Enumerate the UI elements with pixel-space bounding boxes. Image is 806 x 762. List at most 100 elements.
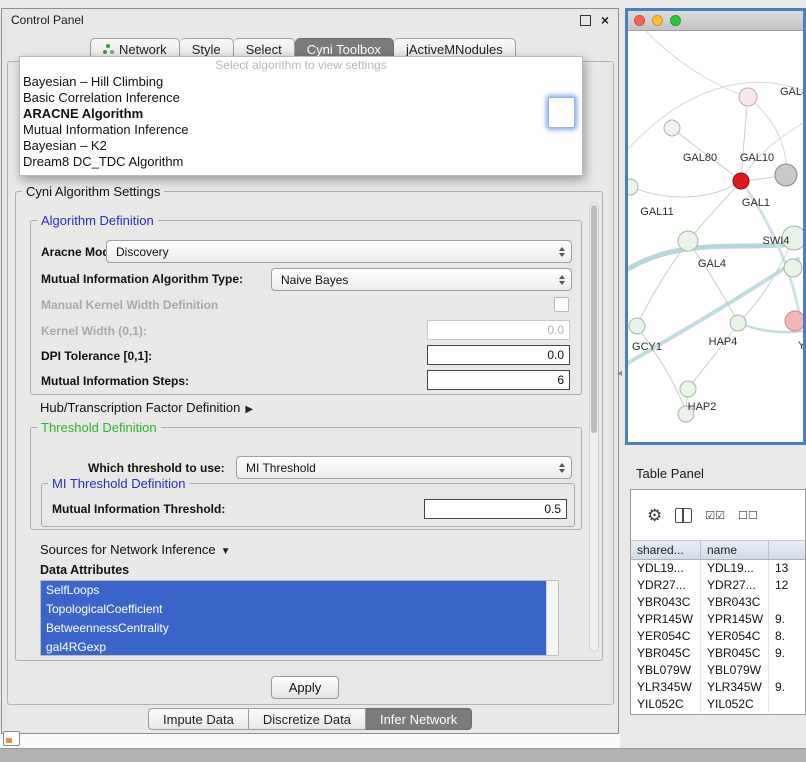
dropdown-item[interactable]: Dream8 DC_TDC Algorithm (20, 154, 582, 170)
network-window-titlebar[interactable] (628, 11, 803, 31)
aracne-mode-select[interactable]: Discovery (106, 240, 572, 263)
table-row[interactable]: YPR145WYPR145W9. (631, 611, 805, 628)
settings-scrollbar[interactable] (589, 202, 599, 652)
table-row[interactable]: YDR27...YDR27...12 (631, 577, 805, 594)
close-traffic-light[interactable] (634, 15, 645, 26)
table-body: YDL19...YDL19...13YDR27...YDR27...12YBR0… (631, 560, 805, 713)
network-node[interactable] (739, 88, 757, 106)
table-panel-title: Table Panel (636, 466, 704, 481)
network-node[interactable] (680, 381, 696, 397)
bottom-tab-infer-network[interactable]: Infer Network (366, 708, 472, 730)
mi-threshold-group: MI Threshold Definition Mutual Informati… (41, 483, 575, 527)
mi-steps-label: Mutual Information Steps: (41, 374, 189, 388)
sources-label: Sources for Network Inference (40, 542, 216, 557)
network-node[interactable] (628, 179, 638, 195)
dpi-tolerance-field[interactable] (427, 345, 570, 365)
list-item[interactable]: SelfLoops (41, 581, 546, 600)
table-cell (769, 696, 805, 713)
network-tab-icon (103, 44, 114, 55)
table-cell: YDL19... (631, 560, 701, 577)
which-threshold-select[interactable]: MI Threshold (236, 456, 572, 479)
network-node[interactable] (629, 318, 645, 334)
taskbar-window-icon[interactable] (3, 731, 20, 746)
network-view-window: GAL8GAL80GAL10GAL11GAL1SWI4GAL4GCY1HAP4H… (625, 8, 806, 445)
network-node[interactable] (784, 259, 802, 277)
tab-label: jActiveMNodules (406, 42, 503, 57)
table-cell: YER054C (701, 628, 769, 645)
mi-threshold-field[interactable] (424, 499, 567, 519)
zoom-traffic-light[interactable] (670, 15, 681, 26)
combo-arrows-icon (559, 241, 565, 262)
sources-disclosure[interactable]: Sources for Network Inference▼ (40, 542, 230, 557)
network-node[interactable] (775, 164, 797, 186)
table-cell: 9. (769, 679, 805, 696)
table-row[interactable]: YBR043CYBR043C (631, 594, 805, 611)
table-cell: YBL079W (701, 662, 769, 679)
network-edge (646, 31, 748, 97)
minimize-traffic-light[interactable] (652, 15, 663, 26)
table-row[interactable]: YLR345WYLR345W9. (631, 679, 805, 696)
kernel-width-label: Kernel Width (0,1): (41, 324, 147, 338)
collapsed-arrow-icon: ▶ (245, 404, 253, 415)
table-row[interactable]: YBR045CYBR045C9. (631, 645, 805, 662)
node-label: GAL11 (640, 206, 673, 218)
tab-label: Network (119, 42, 167, 57)
network-node[interactable] (785, 311, 803, 331)
table-row[interactable]: YBL079WYBL079W (631, 662, 805, 679)
table-row[interactable]: YDL19...YDL19...13 (631, 560, 805, 577)
node-label: GAL80 (683, 152, 717, 164)
background-strip (0, 734, 620, 748)
table-cell: 12 (769, 577, 805, 594)
network-canvas[interactable]: GAL8GAL80GAL10GAL11GAL1SWI4GAL4GCY1HAP4H… (628, 31, 803, 442)
panel-divider-handle[interactable]: ◂ (617, 368, 622, 379)
aracne-mode-value: Discovery (116, 245, 169, 259)
node-label: GAL1 (742, 197, 770, 209)
scrollbar-thumb[interactable] (591, 205, 597, 433)
dropdown-item[interactable]: Bayesian – K2 (20, 138, 582, 154)
dropdown-item[interactable]: Bayesian – Hill Climbing (20, 74, 582, 90)
close-icon[interactable]: × (601, 13, 609, 27)
node-label: GAL4 (698, 258, 726, 270)
list-scrollbar[interactable] (546, 581, 558, 655)
network-node[interactable] (733, 173, 749, 189)
network-edge (628, 82, 803, 149)
tab-label: Select (246, 42, 282, 57)
network-node[interactable] (664, 120, 680, 136)
data-attributes-list[interactable]: SelfLoopsTopologicalCoefficientBetweenne… (40, 580, 559, 656)
bottom-tab-impute-data[interactable]: Impute Data (148, 708, 249, 730)
table-row[interactable]: YIL052CYIL052C (631, 696, 805, 713)
dropdown-item[interactable]: Mutual Information Inference (20, 122, 582, 138)
combo-arrows-icon (559, 269, 565, 290)
table-cell: YIL052C (701, 696, 769, 713)
mi-steps-field[interactable] (427, 370, 570, 390)
deselect-all-checks-icon[interactable]: ☐☐ (738, 509, 758, 522)
list-item[interactable]: BetweennessCentrality (41, 619, 546, 638)
table-cell: 13 (769, 560, 805, 577)
table-cell: YBR045C (631, 645, 701, 662)
dropdown-item[interactable]: Basic Correlation Inference (20, 90, 582, 106)
list-item[interactable]: gal4RGexp (41, 638, 546, 656)
node-label: GAL8 (780, 86, 803, 98)
hub-definition-disclosure[interactable]: Hub/Transcription Factor Definition▶ (40, 400, 253, 415)
network-node[interactable] (730, 315, 746, 331)
float-window-icon[interactable] (580, 15, 591, 26)
table-row[interactable]: YER054CYER054C8. (631, 628, 805, 645)
list-item[interactable]: TopologicalCoefficient (41, 600, 546, 619)
algorithm-definition-title: Algorithm Definition (37, 213, 158, 228)
columns-icon[interactable] (675, 508, 692, 523)
table-cell: 8. (769, 628, 805, 645)
bottom-tab-discretize-data[interactable]: Discretize Data (249, 708, 366, 730)
table-cell: YPR145W (701, 611, 769, 628)
column-header[interactable] (769, 541, 805, 559)
column-header[interactable]: shared... (631, 541, 701, 559)
select-all-checks-icon[interactable]: ☑☑ (705, 509, 725, 522)
mi-type-select[interactable]: Naive Bayes (271, 268, 572, 291)
apply-button[interactable]: Apply (271, 676, 339, 699)
column-header[interactable]: name (701, 541, 769, 559)
dropdown-item[interactable]: ARACNE Algorithm (20, 106, 582, 122)
manual-kernel-checkbox[interactable] (554, 297, 569, 312)
kernel-width-field[interactable] (427, 320, 570, 340)
network-node[interactable] (678, 231, 698, 251)
manual-kernel-label: Manual Kernel Width Definition (41, 298, 218, 312)
gear-icon[interactable]: ⚙ (647, 507, 662, 524)
